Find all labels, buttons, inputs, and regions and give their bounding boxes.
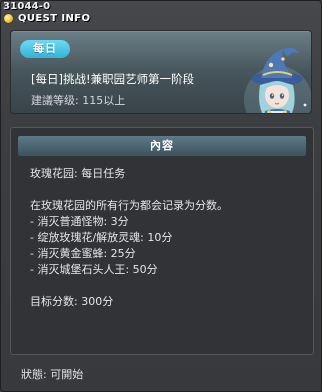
status-value: 可開始 bbox=[50, 368, 84, 381]
quest-status: 狀態: 可開始 bbox=[21, 366, 83, 382]
quest-header-panel: 每日 [每日]挑战!兼职园艺师第一阶段 建議等级: 115以上 bbox=[10, 30, 312, 114]
content-line bbox=[30, 182, 300, 198]
lightbulb-icon bbox=[4, 13, 13, 23]
content-body: 玫瑰花园: 每日任务 在玫瑰花园的所有行为都会记录为分数。 - 消灭普通怪物: … bbox=[30, 166, 300, 310]
title-bar[interactable]: QUEST INFO bbox=[4, 12, 90, 24]
quest-info-window: 31044-0 QUEST INFO 每日 [每日]挑战!兼职园艺师第一阶段 建… bbox=[0, 0, 322, 392]
quest-content-panel: 內容 玫瑰花园: 每日任务 在玫瑰花园的所有行为都会记录为分数。 - 消灭普通怪… bbox=[10, 127, 314, 355]
quest-title: [每日]挑战!兼职园艺师第一阶段 bbox=[31, 72, 195, 86]
quest-id: 31044-0 bbox=[3, 1, 51, 12]
content-line bbox=[30, 278, 300, 294]
content-line: 在玫瑰花园的所有行为都会记录为分数。 bbox=[30, 199, 228, 212]
content-line: - 消灭普通怪物: 3分 bbox=[30, 215, 129, 228]
status-label: 狀態: bbox=[21, 368, 47, 381]
content-line: - 消灭城堡石头人王: 50分 bbox=[30, 263, 158, 276]
content-line: 目标分数: 300分 bbox=[30, 295, 114, 308]
witch-npc-icon bbox=[244, 47, 311, 113]
content-line: - 消灭黄金蜜蜂: 25分 bbox=[30, 247, 136, 260]
content-header: 內容 bbox=[18, 136, 306, 156]
recommended-level: 建議等级: 115以上 bbox=[31, 94, 126, 107]
daily-badge: 每日 bbox=[20, 40, 70, 58]
content-line: - 绽放玫瑰花/解放灵魂: 10分 bbox=[30, 231, 173, 244]
window-title: QUEST INFO bbox=[18, 12, 91, 24]
content-line: 玫瑰花园: 每日任务 bbox=[30, 167, 126, 180]
